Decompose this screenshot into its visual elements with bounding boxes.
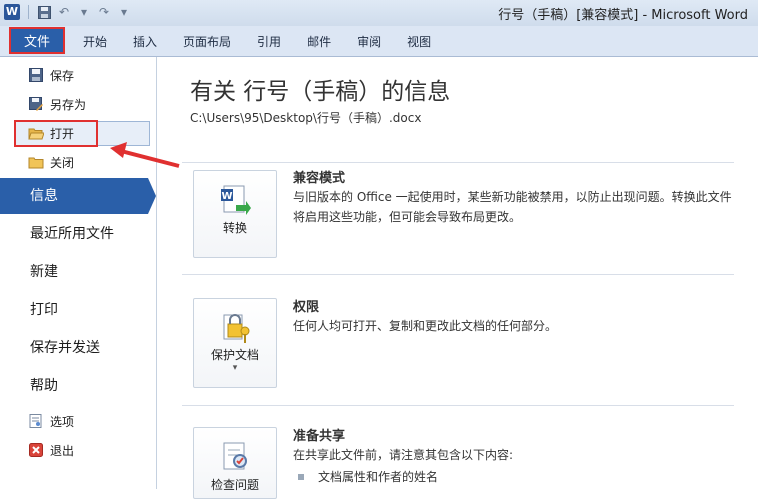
- sidebar-cmd-label: 选项: [50, 414, 75, 429]
- sidebar-cmd-label: 退出: [50, 443, 75, 458]
- redo-icon[interactable]: ↷: [97, 5, 111, 19]
- svg-text:W: W: [221, 191, 232, 202]
- sidebar-item-recent[interactable]: 最近所用文件: [0, 216, 156, 252]
- close-folder-icon: [28, 154, 44, 170]
- convert-button-label: 转换: [222, 221, 247, 235]
- sidebar-cmd-label: 保存: [50, 68, 75, 83]
- quick-access-toolbar: W ↶ ▾ ↷ ▾: [4, 4, 131, 20]
- undo-icon[interactable]: ↶: [57, 5, 71, 19]
- chevron-down-icon[interactable]: ▾: [77, 5, 91, 19]
- tab-file[interactable]: 文件: [9, 27, 65, 54]
- prepare-sharing-text: 在共享此文件前，请注意其包含以下内容:: [293, 448, 514, 462]
- active-item-pointer: [148, 178, 156, 214]
- exit-icon: [28, 442, 44, 458]
- save-as-icon: [28, 96, 44, 112]
- tab-page-layout[interactable]: 页面布局: [170, 33, 244, 50]
- sidebar-cmd-options[interactable]: 选项: [8, 409, 148, 433]
- customize-qat-icon[interactable]: ▾: [117, 5, 131, 19]
- divider: [182, 405, 734, 406]
- tab-mailings[interactable]: 邮件: [294, 33, 344, 50]
- tab-home[interactable]: 开始: [70, 33, 120, 50]
- permissions-text: 任何人均可打开、复制和更改此文档的任何部分。: [293, 319, 558, 333]
- sidebar-cmd-save-as[interactable]: 另存为: [8, 92, 148, 116]
- bullet-icon: [298, 474, 304, 480]
- tab-references[interactable]: 引用: [244, 33, 294, 50]
- annotation-arrow: [110, 142, 180, 168]
- word-app-icon[interactable]: W: [4, 4, 20, 20]
- tab-view[interactable]: 视图: [394, 33, 444, 50]
- ribbon-tabs: 开始 插入 页面布局 引用 邮件 审阅 视图: [70, 26, 444, 56]
- compat-mode-text: 与旧版本的 Office 一起使用时，某些新功能被禁用，以防止出现问题。转换此文…: [293, 190, 732, 224]
- protect-document-label: 保护文档: [210, 348, 259, 362]
- sharing-bullet-item: 文档属性和作者的姓名: [318, 470, 439, 484]
- save-icon[interactable]: [37, 5, 51, 19]
- protect-document-button[interactable]: 保护文档 ▾: [193, 298, 277, 388]
- sidebar-item-info[interactable]: 信息: [0, 178, 148, 214]
- file-path: C:\Users\95\Desktop\行号（手稿）.docx: [190, 111, 422, 125]
- sidebar-item-print[interactable]: 打印: [0, 292, 156, 328]
- divider: [182, 274, 734, 275]
- sidebar-cmd-label: 关闭: [50, 155, 75, 170]
- sidebar-cmd-label: 另存为: [50, 97, 87, 112]
- check-issues-icon: [223, 442, 247, 470]
- sidebar-cmd-save[interactable]: 保存: [8, 63, 148, 87]
- open-annotation-box: [14, 120, 98, 147]
- page-title: 有关 行号（手稿）的信息: [190, 79, 451, 105]
- check-issues-button[interactable]: 检查问题: [193, 427, 277, 499]
- sidebar-cmd-exit[interactable]: 退出: [8, 438, 148, 462]
- protect-key-icon: [223, 314, 250, 343]
- sidebar-item-save-send[interactable]: 保存并发送: [0, 330, 156, 366]
- chevron-down-icon: ▾: [232, 363, 238, 373]
- qat-separator: [28, 5, 29, 19]
- compat-mode-heading: 兼容模式: [293, 171, 346, 186]
- title-bar: W ↶ ▾ ↷ ▾ 行号（手稿）[兼容模式] - Microsoft Word: [0, 0, 758, 26]
- window-title: 行号（手稿）[兼容模式] - Microsoft Word: [498, 8, 748, 23]
- divider: [182, 162, 734, 163]
- sidebar-item-help[interactable]: 帮助: [0, 368, 156, 404]
- save-icon: [28, 67, 44, 83]
- convert-document-icon: W: [221, 185, 251, 215]
- tab-review[interactable]: 审阅: [344, 33, 394, 50]
- tab-insert[interactable]: 插入: [120, 33, 170, 50]
- permissions-heading: 权限: [293, 300, 320, 315]
- check-issues-label: 检查问题: [210, 478, 259, 492]
- convert-button[interactable]: W 转换: [193, 170, 277, 258]
- options-icon: [28, 413, 44, 429]
- sidebar-item-new[interactable]: 新建: [0, 254, 156, 290]
- prepare-sharing-heading: 准备共享: [293, 429, 346, 444]
